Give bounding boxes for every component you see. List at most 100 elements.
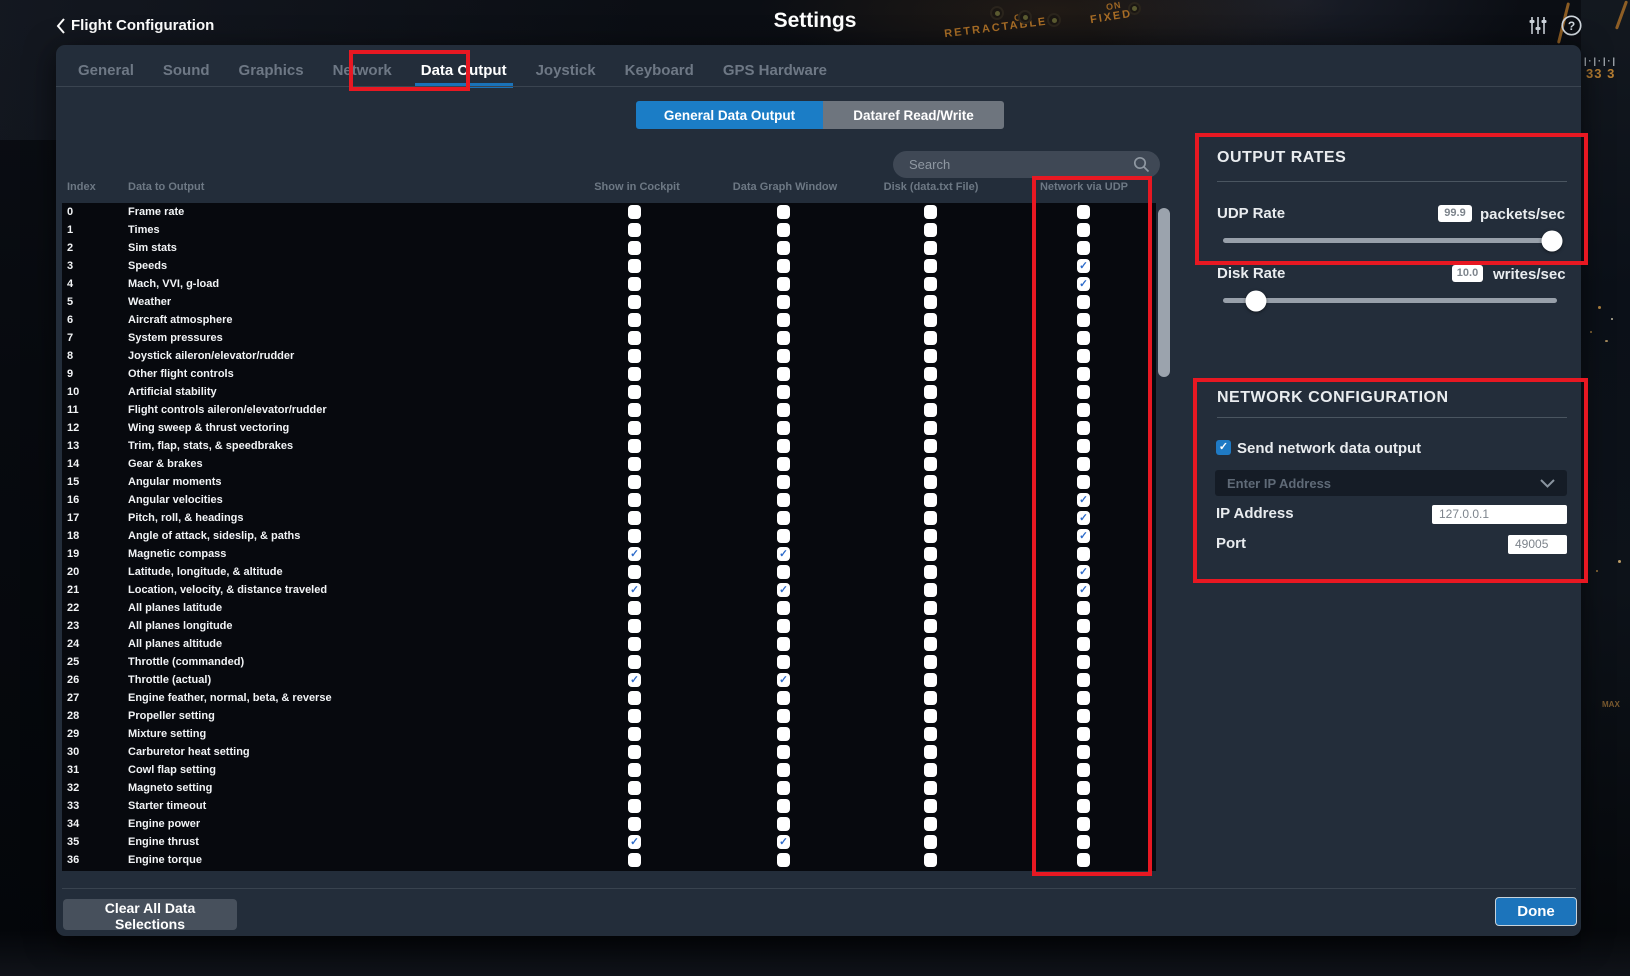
checkbox-disk[interactable] [924, 655, 937, 669]
checkbox-cockpit[interactable] [628, 691, 641, 705]
checkbox-graph[interactable] [777, 709, 790, 723]
checkbox-disk[interactable] [924, 745, 937, 759]
checkbox-graph[interactable]: ✓ [777, 673, 790, 687]
checkbox-cockpit[interactable] [628, 511, 641, 525]
checkbox-graph[interactable] [777, 529, 790, 543]
checkbox-udp[interactable] [1077, 691, 1090, 705]
checkbox-udp[interactable] [1077, 745, 1090, 759]
checkbox-disk[interactable] [924, 331, 937, 345]
checkbox-disk[interactable] [924, 547, 937, 561]
checkbox-graph[interactable]: ✓ [777, 547, 790, 561]
tab-network[interactable]: Network [331, 62, 394, 79]
checkbox-cockpit[interactable] [628, 349, 641, 363]
checkbox-udp[interactable] [1077, 349, 1090, 363]
ip-address-dropdown[interactable]: Enter IP Address [1215, 470, 1567, 496]
checkbox-graph[interactable] [777, 493, 790, 507]
checkbox-cockpit[interactable] [628, 799, 641, 813]
search-input[interactable] [907, 156, 1133, 173]
checkbox-udp[interactable] [1077, 655, 1090, 669]
checkbox-disk[interactable] [924, 457, 937, 471]
checkbox-cockpit[interactable] [628, 277, 641, 291]
checkbox-cockpit[interactable] [628, 475, 641, 489]
checkbox-cockpit[interactable] [628, 601, 641, 615]
checkbox-disk[interactable] [924, 673, 937, 687]
checkbox-graph[interactable]: ✓ [777, 583, 790, 597]
tab-data-output[interactable]: Data Output [419, 62, 509, 79]
checkbox-udp[interactable] [1077, 727, 1090, 741]
checkbox-udp[interactable] [1077, 835, 1090, 849]
checkbox-graph[interactable] [777, 421, 790, 435]
checkbox-graph[interactable] [777, 565, 790, 579]
checkbox-graph[interactable] [777, 727, 790, 741]
checkbox-udp[interactable] [1077, 799, 1090, 813]
help-icon[interactable]: ? [1561, 15, 1582, 36]
checkbox-disk[interactable] [924, 637, 937, 651]
subtab-general-data-output[interactable]: General Data Output [636, 101, 823, 129]
checkbox-cockpit[interactable] [628, 655, 641, 669]
checkbox-cockpit[interactable] [628, 385, 641, 399]
done-button[interactable]: Done [1495, 897, 1577, 926]
checkbox-udp[interactable] [1077, 637, 1090, 651]
disk-rate-slider[interactable] [1223, 298, 1557, 303]
checkbox-udp[interactable] [1077, 781, 1090, 795]
udp-rate-slider[interactable] [1223, 238, 1557, 243]
checkbox-cockpit[interactable] [628, 781, 641, 795]
checkbox-udp[interactable]: ✓ [1077, 277, 1090, 291]
checkbox-udp[interactable]: ✓ [1077, 493, 1090, 507]
checkbox-cockpit[interactable] [628, 727, 641, 741]
checkbox-graph[interactable] [777, 241, 790, 255]
udp-rate-slider-thumb[interactable] [1541, 230, 1562, 251]
checkbox-udp[interactable] [1077, 601, 1090, 615]
checkbox-disk[interactable] [924, 493, 937, 507]
checkbox-disk[interactable] [924, 313, 937, 327]
checkbox-disk[interactable] [924, 709, 937, 723]
checkbox-udp[interactable] [1077, 331, 1090, 345]
checkbox-udp[interactable] [1077, 223, 1090, 237]
checkbox-graph[interactable] [777, 853, 790, 867]
checkbox-udp[interactable] [1077, 313, 1090, 327]
checkbox-disk[interactable] [924, 835, 937, 849]
checkbox-graph[interactable] [777, 349, 790, 363]
checkbox-disk[interactable] [924, 511, 937, 525]
checkbox-disk[interactable] [924, 385, 937, 399]
checkbox-graph[interactable] [777, 205, 790, 219]
tab-sound[interactable]: Sound [161, 62, 212, 79]
checkbox-disk[interactable] [924, 853, 937, 867]
checkbox-disk[interactable] [924, 295, 937, 309]
search-box[interactable] [893, 151, 1160, 178]
checkbox-cockpit[interactable] [628, 637, 641, 651]
checkbox-graph[interactable] [777, 817, 790, 831]
checkbox-cockpit[interactable] [628, 241, 641, 255]
checkbox-cockpit[interactable] [628, 259, 641, 273]
checkbox-graph[interactable] [777, 655, 790, 669]
checkbox-udp[interactable]: ✓ [1077, 259, 1090, 273]
checkbox-udp[interactable] [1077, 403, 1090, 417]
ip-address-field[interactable]: 127.0.0.1 [1432, 505, 1567, 524]
checkbox-cockpit[interactable] [628, 205, 641, 219]
checkbox-cockpit[interactable] [628, 403, 641, 417]
checkbox-cockpit[interactable] [628, 421, 641, 435]
checkbox-cockpit[interactable]: ✓ [628, 547, 641, 561]
checkbox-disk[interactable] [924, 475, 937, 489]
checkbox-disk[interactable] [924, 349, 937, 363]
checkbox-cockpit[interactable] [628, 853, 641, 867]
checkbox-cockpit[interactable] [628, 493, 641, 507]
checkbox-udp[interactable] [1077, 367, 1090, 381]
checkbox-cockpit[interactable]: ✓ [628, 673, 641, 687]
checkbox-disk[interactable] [924, 403, 937, 417]
checkbox-udp[interactable] [1077, 205, 1090, 219]
checkbox-graph[interactable] [777, 763, 790, 777]
checkbox-graph[interactable] [777, 331, 790, 345]
tab-keyboard[interactable]: Keyboard [623, 62, 696, 79]
checkbox-udp[interactable] [1077, 817, 1090, 831]
checkbox-udp[interactable] [1077, 421, 1090, 435]
checkbox-graph[interactable] [777, 799, 790, 813]
checkbox-udp[interactable] [1077, 763, 1090, 777]
checkbox-disk[interactable] [924, 439, 937, 453]
checkbox-disk[interactable] [924, 781, 937, 795]
checkbox-cockpit[interactable]: ✓ [628, 835, 641, 849]
checkbox-graph[interactable]: ✓ [777, 835, 790, 849]
checkbox-udp[interactable] [1077, 457, 1090, 471]
checkbox-udp[interactable] [1077, 295, 1090, 309]
checkbox-disk[interactable] [924, 565, 937, 579]
